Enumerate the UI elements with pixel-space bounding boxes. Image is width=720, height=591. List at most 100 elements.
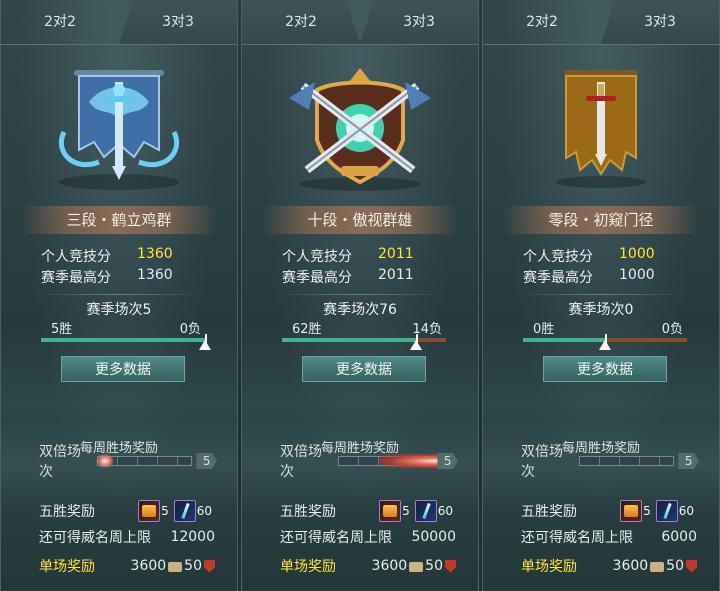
blue-dragon-banner-icon — [59, 70, 179, 190]
wins-count: 5胜 — [51, 322, 73, 337]
score-value: 1360 — [137, 246, 173, 262]
double-matches-row: 双倍场次 5 — [39, 444, 217, 480]
tab-2v2[interactable]: 2对2 — [1, 0, 119, 44]
single-reward-row: 单场奖励 3600 50 — [280, 555, 456, 577]
single-reward-label: 单场奖励 — [39, 559, 95, 575]
win-ratio-fill — [523, 338, 605, 342]
fame-amount: 50 — [184, 558, 202, 574]
rank-title: 零段・初窥门径 — [503, 206, 699, 234]
single-reward-label: 单场奖励 — [521, 559, 577, 575]
wins-count: 0胜 — [533, 322, 555, 337]
blue-sword-icon[interactable] — [414, 500, 437, 522]
stat-row-score: 个人竞技分 2011 — [282, 246, 438, 266]
mode-tabs: 2对2 3对3 — [1, 0, 237, 44]
fame-cap-label: 还可得威名周上限 — [521, 530, 633, 546]
blue-sword-icon[interactable] — [173, 500, 196, 522]
fame-amount: 50 — [425, 558, 443, 574]
tab-2v2[interactable]: 2对2 — [483, 0, 601, 44]
double-progress-bar — [579, 456, 675, 466]
double-count: 5 — [437, 453, 458, 469]
crossed-swords-shield-icon — [289, 68, 431, 191]
best-label: 赛季最高分 — [523, 270, 593, 286]
best-value: 1360 — [137, 267, 173, 283]
wins-count: 62胜 — [292, 322, 322, 337]
score-value: 2011 — [378, 246, 414, 262]
double-progress-bar — [96, 454, 193, 468]
season-matches: 赛季场次0 — [568, 302, 634, 318]
double-label: 双倍场次 — [39, 444, 81, 480]
more-data-button[interactable]: 更多数据 — [543, 356, 667, 382]
tab-3v3[interactable]: 3对3 — [360, 0, 478, 44]
section-divider — [31, 294, 207, 295]
double-matches-row: 双倍场次 5 — [521, 444, 699, 480]
coin-icon — [650, 562, 665, 572]
losses-count: 0负 — [179, 322, 201, 337]
coin-amount: 3600 — [130, 558, 167, 574]
mode-tabs: 2对2 3对3 — [483, 0, 719, 44]
more-data-button[interactable]: 更多数据 — [61, 356, 185, 382]
double-count: 5 — [678, 453, 699, 469]
treasure-box-icon[interactable] — [138, 500, 161, 522]
five-win-row: 五胜奖励 5 60 — [280, 500, 456, 522]
tab-divider — [483, 44, 719, 45]
single-reward-row: 单场奖励 3600 50 — [39, 555, 215, 577]
treasure-box-icon[interactable] — [620, 500, 643, 522]
stat-row-best: 赛季最高分 1360 — [41, 267, 197, 287]
fame-cap-label: 还可得威名周上限 — [39, 530, 151, 546]
coin-amount: 3600 — [371, 558, 408, 574]
best-label: 赛季最高分 — [41, 270, 111, 286]
tab-3v3[interactable]: 3对3 — [601, 0, 719, 44]
fame-cap-value: 50000 — [411, 529, 456, 545]
item-count: 5 — [643, 504, 651, 518]
blue-sword-icon[interactable] — [655, 500, 678, 522]
fame-cap-row: 还可得威名周上限 50000 — [280, 526, 456, 548]
win-ratio-bar — [282, 334, 446, 350]
rank-card: 2对2 3对3 零段・初窥门径 个人竞技分 1000 赛季最高分 1000 赛季… — [482, 0, 720, 591]
rank-card: 2对2 3对3 十段・傲视群雄 个人竞技分 2011 赛季最高分 2011 赛季… — [241, 0, 479, 591]
double-count: 5 — [196, 453, 217, 469]
score-label: 个人竞技分 — [41, 249, 111, 265]
win-ratio-bar — [523, 334, 687, 350]
item-count: 5 — [161, 504, 169, 518]
win-ratio-marker — [199, 340, 211, 350]
win-loss-record: 62胜 14负 — [292, 318, 442, 337]
win-ratio-fill — [282, 338, 416, 342]
fame-shield-icon — [445, 559, 456, 573]
rank-title: 三段・鹤立鸡群 — [21, 206, 217, 234]
five-win-row: 五胜奖励 5 60 — [39, 500, 215, 522]
coin-icon — [168, 562, 183, 572]
arena-panels: 2对2 3对3 三段・鹤立鸡群 个人竞技分 1360 赛季最高分 1360 赛季… — [0, 0, 720, 591]
fame-cap-row: 还可得威名周上限 6000 — [521, 526, 697, 548]
single-reward-label: 单场奖励 — [280, 559, 336, 575]
stat-row-best: 赛季最高分 1000 — [523, 267, 679, 287]
item-count: 60 — [678, 504, 694, 518]
more-data-button[interactable]: 更多数据 — [302, 356, 426, 382]
coin-amount: 3600 — [612, 558, 649, 574]
fame-cap-value: 12000 — [170, 529, 215, 545]
item-count: 60 — [437, 504, 453, 518]
fame-shield-icon — [204, 559, 215, 573]
win-loss-record: 0胜 0负 — [533, 318, 683, 337]
fame-cap-value: 6000 — [661, 529, 697, 545]
tab-3v3[interactable]: 3对3 — [119, 0, 237, 44]
stat-row-score: 个人竞技分 1360 — [41, 246, 197, 266]
progress-glow — [96, 454, 115, 468]
item-count: 5 — [402, 504, 410, 518]
brown-banner-sword-icon — [556, 70, 646, 188]
five-win-label: 五胜奖励 — [280, 504, 336, 520]
best-value: 2011 — [378, 267, 414, 283]
mode-tabs: 2对2 3对3 — [242, 0, 478, 44]
section-divider — [513, 294, 689, 295]
single-reward-row: 单场奖励 3600 50 — [521, 555, 697, 577]
tab-divider — [1, 44, 237, 45]
treasure-box-icon[interactable] — [379, 500, 402, 522]
score-label: 个人竞技分 — [523, 249, 593, 265]
tab-2v2[interactable]: 2对2 — [242, 0, 360, 44]
win-ratio-bar — [41, 334, 211, 350]
coin-icon — [409, 562, 424, 572]
best-value: 1000 — [619, 267, 655, 283]
season-matches: 赛季场次76 — [323, 302, 397, 318]
rank-card: 2对2 3对3 三段・鹤立鸡群 个人竞技分 1360 赛季最高分 1360 赛季… — [0, 0, 238, 591]
best-label: 赛季最高分 — [282, 270, 352, 286]
win-loss-record: 5胜 0负 — [51, 318, 201, 337]
